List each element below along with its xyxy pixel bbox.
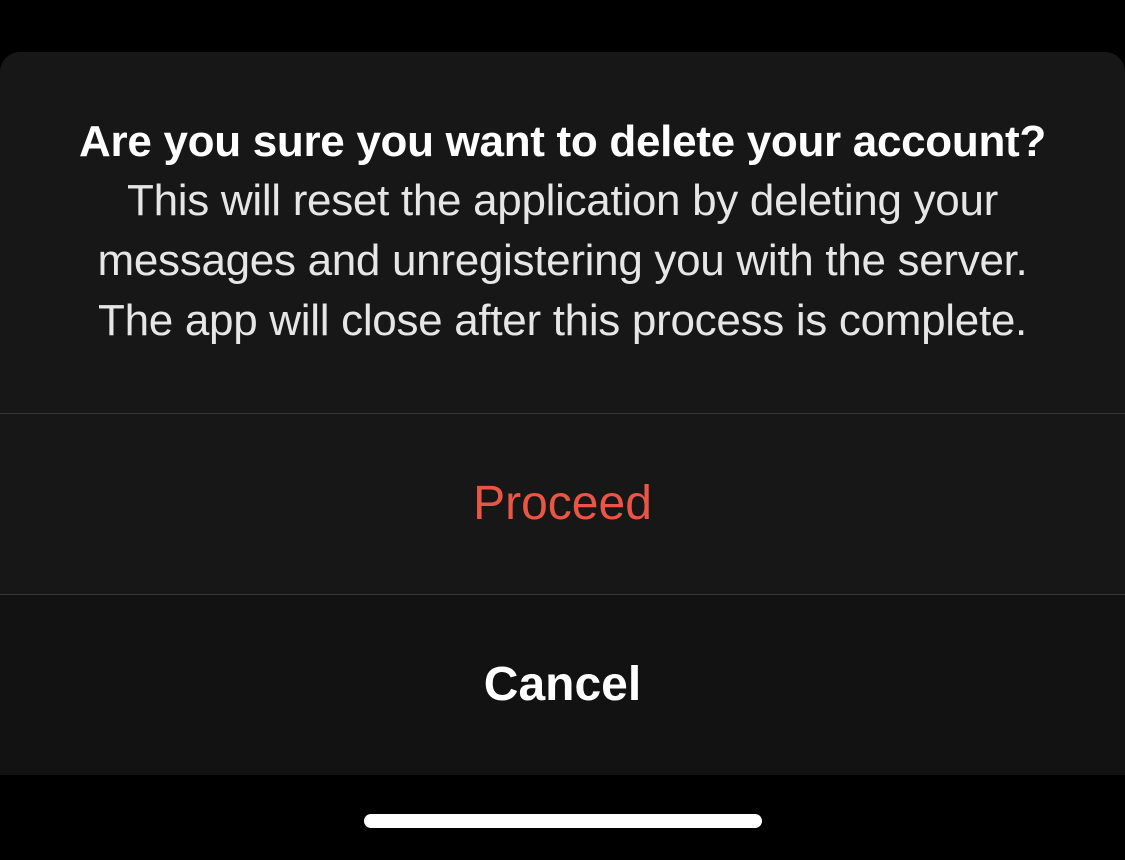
cancel-button-label: Cancel [484,657,641,712]
dialog-title: Are you sure you want to delete your acc… [79,117,1046,166]
proceed-button[interactable]: Proceed [0,414,1125,594]
proceed-button-label: Proceed [473,476,652,531]
dialog-body: This will reset the application by delet… [98,176,1028,345]
dialog-message-section: Are you sure you want to delete your acc… [0,52,1125,413]
home-indicator[interactable] [364,814,762,828]
cancel-section: Cancel [0,595,1125,775]
action-sheet: Are you sure you want to delete your acc… [0,52,1125,775]
cancel-button[interactable]: Cancel [0,595,1125,775]
